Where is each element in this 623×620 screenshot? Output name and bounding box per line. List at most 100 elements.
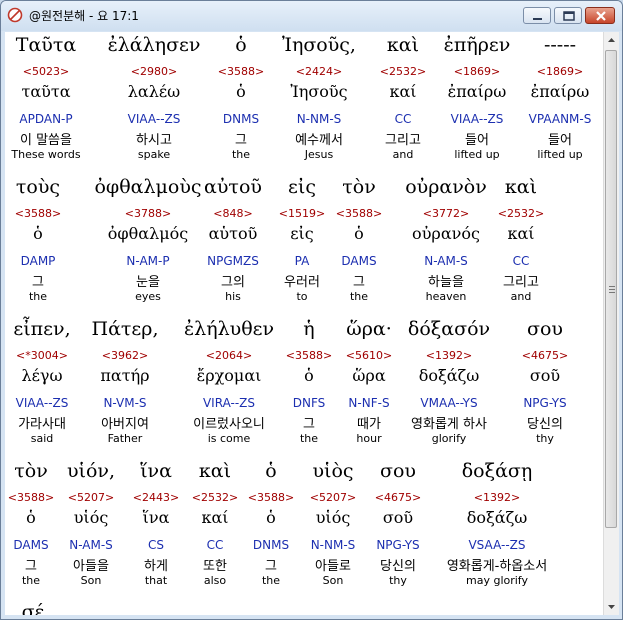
interlinear-view[interactable]: Ταῦτα <5023> ταῦτα APDAN-P 이 말씀을 These words ἐ… bbox=[5, 32, 603, 615]
greek-word[interactable]: σου bbox=[527, 318, 563, 340]
korean-gloss: 가라사대 bbox=[18, 417, 66, 432]
greek-word[interactable]: τὸν bbox=[14, 460, 48, 482]
korean-gloss: 이 말씀을 bbox=[20, 133, 72, 148]
scrollbar-thumb[interactable] bbox=[605, 50, 617, 528]
greek-word[interactable]: τὸν bbox=[342, 176, 376, 198]
title-bar[interactable]: @원전분해 - 요 17:1 bbox=[1, 1, 622, 31]
strong-number: <1392> bbox=[425, 349, 473, 362]
greek-word[interactable]: ὁ bbox=[265, 460, 276, 482]
lemma: ἔρχομαι bbox=[196, 366, 262, 385]
korean-gloss: 예수께서 bbox=[295, 133, 343, 148]
scroll-up-arrow-icon[interactable] bbox=[604, 32, 619, 48]
strong-number: <3772> bbox=[422, 207, 470, 220]
parse-code: VIRA--ZS bbox=[202, 396, 256, 410]
greek-word[interactable]: εἰς bbox=[288, 176, 316, 198]
lemma: σοῦ bbox=[382, 508, 414, 527]
english-gloss: Son bbox=[322, 574, 344, 587]
parse-code: NPG-YS bbox=[523, 396, 567, 410]
greek-word[interactable]: ἐλάλησεν bbox=[108, 34, 201, 56]
strong-number: <5207> bbox=[67, 491, 115, 504]
lemma: ἵνα bbox=[142, 508, 170, 527]
greek-word[interactable]: υἱόν, bbox=[67, 460, 115, 482]
parse-code: APDAN-P bbox=[19, 112, 73, 126]
english-gloss: Son bbox=[80, 574, 102, 587]
greek-word[interactable]: εἶπεν, bbox=[13, 318, 70, 340]
greek-word[interactable]: καὶ bbox=[387, 34, 419, 56]
parse-code: N-AM-S bbox=[69, 538, 113, 552]
greek-word[interactable]: ὀφθαλμοὺς bbox=[94, 176, 201, 198]
greek-word[interactable]: αὐτοῦ bbox=[204, 176, 262, 198]
greek-word[interactable]: Πάτερ, bbox=[92, 318, 159, 340]
window-title: @원전분해 - 요 17:1 bbox=[29, 9, 139, 23]
greek-word[interactable]: σου bbox=[380, 460, 416, 482]
lemma: υἱός bbox=[73, 508, 109, 527]
strong-number: <1869> bbox=[453, 65, 501, 78]
lemma: λαλέω bbox=[127, 82, 181, 101]
strong-number: <1869> bbox=[536, 65, 584, 78]
greek-word[interactable]: δόξασόν bbox=[408, 318, 490, 340]
parse-code: VMAA--YS bbox=[420, 396, 478, 410]
parse-code: DAMS bbox=[13, 538, 49, 552]
lemma: ὁ bbox=[26, 508, 36, 527]
app-window: @원전분해 - 요 17:1 Ταῦτα <5023> ταῦτα APDAN-P 이 … bbox=[0, 0, 623, 620]
parse-code: PA bbox=[294, 254, 310, 268]
lemma: καί bbox=[389, 82, 417, 101]
english-gloss: eyes bbox=[135, 290, 161, 303]
parse-code: VIAA--ZS bbox=[15, 396, 69, 410]
strong-number: <1392> bbox=[473, 491, 521, 504]
strong-number: <4675> bbox=[521, 349, 569, 362]
greek-word[interactable]: ἐλήλυθεν bbox=[184, 318, 274, 340]
strong-number: <2443> bbox=[132, 491, 180, 504]
lemma: υἱός bbox=[315, 508, 351, 527]
strong-number: <2980> bbox=[130, 65, 178, 78]
english-gloss: the bbox=[21, 574, 41, 587]
maximize-icon bbox=[563, 11, 575, 21]
korean-gloss: 하게 bbox=[144, 559, 168, 574]
strong-number: <5023> bbox=[22, 65, 70, 78]
korean-gloss: 그 bbox=[25, 559, 37, 574]
english-gloss: These words bbox=[11, 148, 81, 161]
parse-code: VSAA--ZS bbox=[468, 538, 526, 552]
korean-gloss: 이르렀사오니 bbox=[193, 417, 265, 432]
korean-gloss: 하시고 bbox=[136, 133, 172, 148]
strong-number: <5610> bbox=[345, 349, 393, 362]
greek-word[interactable]: ----- bbox=[544, 34, 576, 56]
english-gloss: hour bbox=[356, 432, 382, 445]
greek-word-partial[interactable]: σέ bbox=[22, 601, 45, 615]
greek-word[interactable]: ἵνα bbox=[140, 460, 172, 482]
greek-word[interactable]: υἱὸς bbox=[312, 460, 353, 482]
greek-word[interactable]: ἡ bbox=[303, 318, 314, 340]
greek-word[interactable]: Ἰησοῦς, bbox=[282, 34, 356, 56]
greek-word[interactable]: καὶ bbox=[505, 176, 537, 198]
maximize-button[interactable] bbox=[554, 7, 582, 24]
parse-code: VIAA--ZS bbox=[127, 112, 181, 126]
lemma: οὐρανός bbox=[412, 224, 480, 243]
minimize-button[interactable] bbox=[523, 7, 551, 24]
greek-word[interactable]: τοὺς bbox=[16, 176, 60, 198]
lemma: ἐπαίρω bbox=[447, 82, 507, 101]
lemma: ὁ bbox=[236, 82, 246, 101]
greek-word[interactable]: ὥρα· bbox=[346, 318, 392, 340]
scroll-down-arrow-icon[interactable] bbox=[604, 599, 619, 615]
greek-word[interactable]: Ταῦτα bbox=[16, 34, 76, 56]
parse-code: N-AM-S bbox=[424, 254, 468, 268]
parse-code: DAMS bbox=[341, 254, 377, 268]
greek-word[interactable]: καὶ bbox=[199, 460, 231, 482]
greek-word[interactable]: ὁ bbox=[235, 34, 246, 56]
lemma: ὁ bbox=[354, 224, 364, 243]
greek-word[interactable]: δοξάσῃ bbox=[462, 460, 533, 482]
strong-number: <848> bbox=[213, 207, 253, 220]
korean-gloss: 아들로 bbox=[315, 559, 351, 574]
english-gloss: the bbox=[261, 574, 281, 587]
vertical-scrollbar[interactable] bbox=[603, 32, 619, 615]
korean-gloss: 때가 bbox=[357, 417, 381, 432]
greek-word[interactable]: οὐρανὸν bbox=[405, 176, 487, 198]
english-gloss: heaven bbox=[425, 290, 467, 303]
greek-word[interactable]: ἐπῆρεν bbox=[444, 34, 511, 56]
close-button[interactable] bbox=[585, 7, 615, 24]
korean-gloss: 영화롭게-하옵소서 bbox=[446, 559, 548, 574]
korean-gloss: 그 bbox=[353, 275, 365, 290]
lemma: ὁ bbox=[304, 366, 314, 385]
parse-code: N-NM-S bbox=[296, 112, 342, 126]
parse-code: DNFS bbox=[292, 396, 326, 410]
